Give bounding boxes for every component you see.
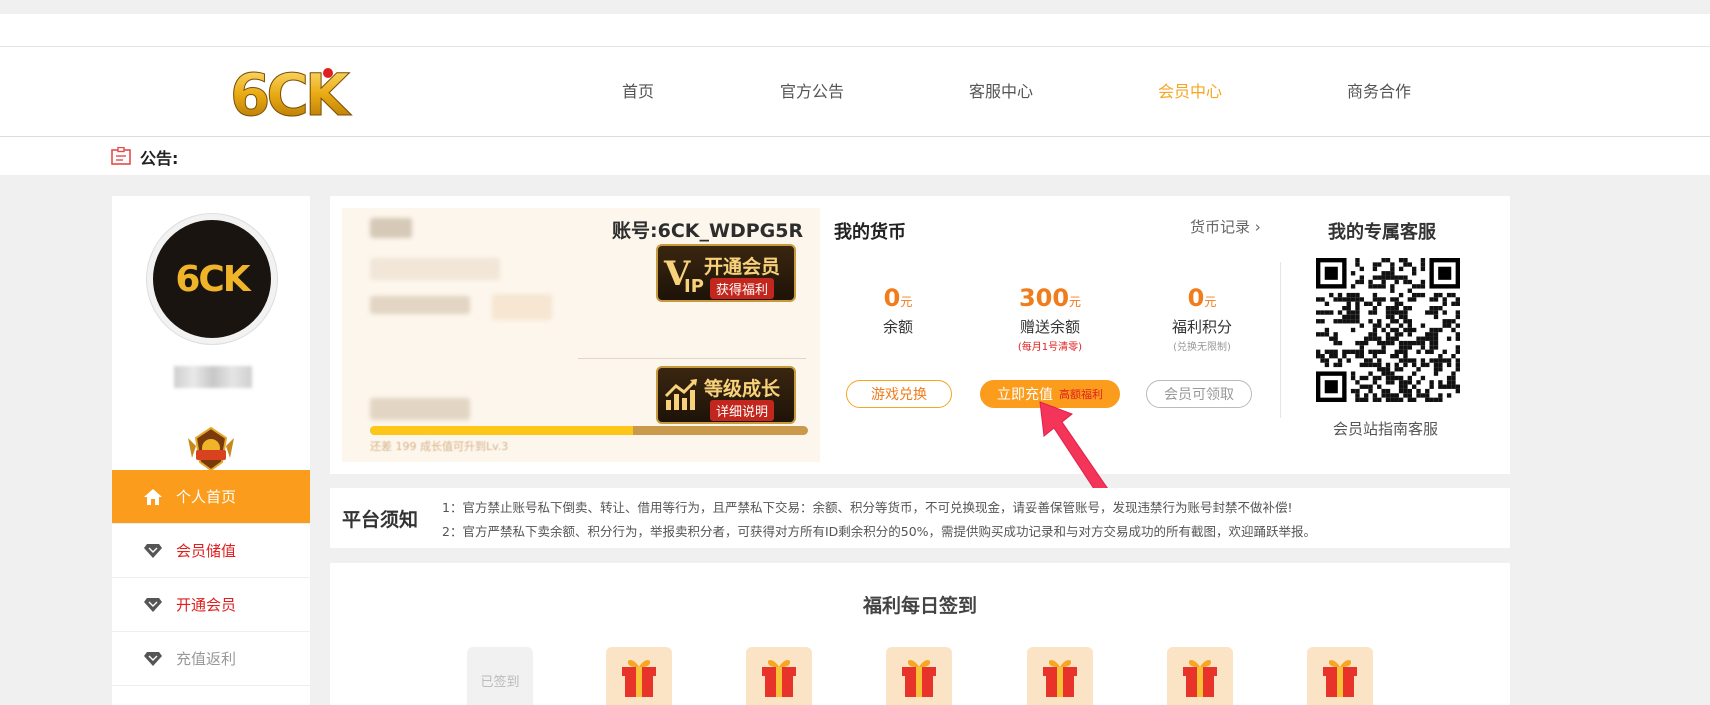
open-vip-title: 开通会员	[704, 256, 781, 278]
signin-day[interactable]	[1307, 647, 1373, 705]
blurred-text	[370, 258, 500, 280]
coin-record-label: 货币记录	[1190, 218, 1251, 236]
bonus-unit: 元	[1069, 295, 1082, 309]
signin-day[interactable]	[606, 647, 672, 705]
notice-label: 公告:	[140, 149, 179, 168]
rule-line: 1：官方禁止账号私下倒卖、转让、借用等行为，且严禁私下交易：余额、积分等货币，不…	[442, 500, 1293, 515]
blurred-text	[370, 296, 470, 314]
level-growth-title: 等级成长	[704, 378, 781, 400]
vip-ip-icon: IP	[684, 276, 704, 297]
top-bar	[0, 14, 1710, 47]
sidebar-item-label: 开通会员	[176, 596, 237, 614]
gift-icon	[1320, 657, 1360, 703]
sidebar-item-label: 会员储值	[176, 542, 237, 560]
rules-title: 平台须知	[342, 509, 419, 531]
avatar-logo-text: 6CK	[175, 258, 250, 300]
growth-progress-fill	[370, 426, 633, 435]
points-stat: 0元 福利积分 (兑换无限制)	[1142, 284, 1262, 353]
notice-icon	[111, 146, 131, 165]
diamond-icon	[142, 650, 164, 668]
chevron-right-icon: ›	[1254, 218, 1261, 236]
gift-icon	[759, 657, 799, 703]
rule-line: 2：官方严禁私下卖余额、积分行为，举报卖积分者，可获得对方所有ID剩余积分的50…	[442, 524, 1317, 539]
site-header: 6CK 首页 官方公告 客服中心 会员中心 商务合作	[0, 47, 1710, 137]
coin-record-link[interactable]: 货币记录 ›	[1190, 216, 1261, 237]
bonus-balance-stat: 300元 赠送余额 (每月1号清零)	[990, 284, 1110, 353]
growth-progress-bar	[370, 426, 808, 435]
vip-claim-button[interactable]: 会员可领取	[1146, 380, 1252, 408]
platform-rules-card: 平台须知 1：官方禁止账号私下倒卖、转让、借用等行为，且严禁私下交易：余额、积分…	[330, 488, 1510, 548]
progress-tip: 还差 199 成长值可升到Lv.3	[370, 440, 509, 453]
gift-icon	[899, 657, 939, 703]
diamond-icon	[142, 596, 164, 614]
sidebar-item-open-vip[interactable]: 开通会员	[112, 578, 310, 632]
level-growth-subtitle: 详细说明	[710, 400, 775, 421]
sidebar-item-member-deposit[interactable]: 会员储值	[112, 524, 310, 578]
username-blurred	[174, 366, 252, 388]
balance-unit: 元	[900, 295, 913, 309]
open-vip-subtitle: 获得福利	[710, 278, 775, 299]
notice-bar: 公告:	[0, 137, 1710, 175]
sidebar-item-label: 充值返利	[176, 650, 237, 668]
level-growth-button[interactable]: 等级成长 详细说明	[656, 366, 796, 424]
balance-stat: 0元 余额	[838, 284, 958, 337]
divider	[578, 358, 806, 359]
avatar: 6CK	[147, 214, 277, 344]
gift-icon	[1040, 657, 1080, 703]
service-title: 我的专属客服	[1328, 222, 1436, 243]
signin-day[interactable]	[1027, 647, 1093, 705]
service-caption: 会员站指南客服	[1333, 420, 1439, 438]
svg-text:6CK: 6CK	[230, 61, 352, 123]
nav-member-center[interactable]: 会员中心	[1158, 47, 1222, 137]
pointer-arrow-icon	[1039, 401, 1111, 499]
account-id: 账号:6CK_WDPG5R	[612, 220, 804, 242]
gift-icon	[1180, 657, 1220, 703]
game-exchange-button[interactable]: 游戏兑换	[846, 380, 952, 408]
nav-business[interactable]: 商务合作	[1347, 47, 1411, 137]
top-strip	[0, 0, 1710, 14]
divider	[1280, 262, 1281, 418]
nav-customer-service[interactable]: 客服中心	[969, 47, 1033, 137]
signin-done-label: 已签到	[480, 674, 520, 690]
coins-title: 我的货币	[834, 222, 906, 243]
open-vip-button[interactable]: V IP 开通会员 获得福利	[656, 244, 796, 302]
signin-day[interactable]	[886, 647, 952, 705]
signin-title: 福利每日签到	[862, 595, 977, 617]
bonus-value: 300	[1018, 284, 1070, 312]
daily-signin-card: 福利每日签到 已签到	[330, 563, 1510, 705]
sidebar: 6CK 个人首页 会员储值 开通会员 充值返利	[112, 196, 310, 705]
nav-announcements[interactable]: 官方公告	[780, 47, 844, 137]
bonus-label: 赠送余额	[1019, 318, 1080, 336]
balance-label: 余额	[882, 318, 913, 336]
growth-chart-icon	[664, 378, 698, 410]
user-info-box: 账号:6CK_WDPG5R V IP 开通会员 获得福利 等级成长 详细说明 还…	[342, 208, 820, 462]
blurred-text	[492, 294, 552, 320]
sidebar-item-label: 个人首页	[176, 488, 237, 506]
bonus-note: (每月1号清零)	[1017, 342, 1083, 353]
balance-value: 0	[883, 284, 901, 312]
qr-code-image	[1316, 258, 1460, 402]
nav-home[interactable]: 首页	[622, 47, 654, 137]
blurred-text	[370, 218, 412, 238]
rank-badge-icon	[182, 424, 240, 472]
points-note: (兑换无限制)	[1173, 342, 1231, 353]
site-logo[interactable]: 6CK	[228, 61, 368, 130]
points-unit: 元	[1204, 295, 1217, 309]
signin-day[interactable]	[746, 647, 812, 705]
points-value: 0	[1187, 284, 1205, 312]
points-label: 福利积分	[1171, 318, 1232, 336]
signin-day-done: 已签到	[467, 647, 533, 705]
sidebar-item-home[interactable]: 个人首页	[112, 470, 310, 524]
diamond-icon	[142, 542, 164, 560]
gift-icon	[619, 657, 659, 703]
sidebar-item-rebate[interactable]: 充值返利	[112, 632, 310, 686]
blurred-text	[370, 398, 470, 420]
home-icon	[142, 488, 164, 506]
member-overview-card: 账号:6CK_WDPG5R V IP 开通会员 获得福利 等级成长 详细说明 还…	[330, 196, 1510, 474]
signin-day[interactable]	[1167, 647, 1233, 705]
